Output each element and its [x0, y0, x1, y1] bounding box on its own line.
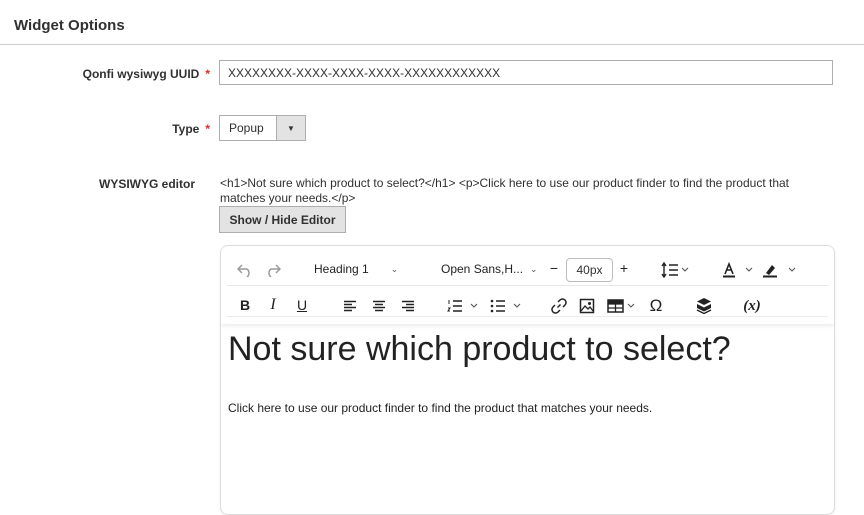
line-height-icon[interactable] [659, 260, 693, 280]
uuid-label-text: Qonfi wysiwyg UUID [82, 67, 200, 81]
redo-icon[interactable] [262, 259, 284, 281]
align-left-icon[interactable] [340, 296, 360, 316]
block-format-value: Heading 1 [314, 262, 369, 276]
underline-label: U [296, 297, 308, 313]
section-title: Widget Options [14, 17, 125, 34]
font-size-input[interactable]: 40px [566, 258, 613, 282]
highlight-color-icon[interactable] [761, 260, 799, 280]
type-label-text: Type [172, 122, 200, 136]
variable-label: (x) [743, 297, 761, 314]
block-format-dropdown[interactable]: Heading 1 ⌄ [314, 262, 398, 276]
numbered-list-icon[interactable] [446, 296, 482, 316]
undo-icon[interactable] [234, 259, 256, 281]
select-arrow-icon[interactable]: ▼ [276, 116, 305, 140]
bold-label: B [239, 297, 251, 313]
chevron-down-icon: ⌄ [530, 263, 538, 274]
wysiwyg-editor: Heading 1 ⌄ Open Sans,H... ⌄ − 40px + B … [220, 245, 835, 515]
table-icon[interactable] [606, 296, 640, 316]
show-hide-editor-button[interactable]: Show / Hide Editor [219, 206, 346, 233]
font-family-value: Open Sans,H... [441, 262, 524, 276]
decrease-font-size-button[interactable]: − [546, 258, 562, 278]
bold-button[interactable]: B [235, 295, 255, 315]
type-label: Type * [172, 122, 210, 136]
toolbar-divider [227, 316, 828, 317]
section-divider [0, 44, 864, 45]
special-character-button[interactable]: Ω [645, 295, 667, 317]
toolbar-divider [227, 285, 828, 286]
editor-toolbar: Heading 1 ⌄ Open Sans,H... ⌄ − 40px + B … [221, 246, 834, 324]
wysiwyg-label-text: WYSIWYG editor [99, 177, 195, 191]
raw-html-content: <h1>Not sure which product to select?</h… [220, 176, 790, 205]
align-center-icon[interactable] [369, 296, 389, 316]
required-mark: * [205, 67, 210, 81]
type-select[interactable]: Popup ▼ [219, 115, 306, 141]
chevron-down-icon: ⌄ [390, 263, 399, 274]
uuid-label: Qonfi wysiwyg UUID * [83, 67, 210, 81]
underline-button[interactable]: U [292, 295, 312, 315]
uuid-input[interactable] [219, 60, 833, 85]
font-family-dropdown[interactable]: Open Sans,H... ⌄ [441, 262, 538, 276]
italic-label: I [270, 296, 276, 313]
insert-variable-button[interactable]: (x) [736, 295, 768, 317]
required-mark: * [205, 122, 210, 136]
text-color-icon[interactable] [721, 260, 757, 280]
bullet-list-icon[interactable] [489, 296, 525, 316]
widget-icon[interactable] [693, 295, 715, 317]
content-heading: Not sure which product to select? [228, 330, 731, 368]
link-icon[interactable] [549, 296, 569, 316]
omega-label: Ω [649, 296, 663, 315]
type-select-value: Popup [229, 121, 264, 135]
content-paragraph: Click here to use our product finder to … [228, 401, 653, 415]
align-right-icon[interactable] [398, 296, 418, 316]
image-icon[interactable] [577, 296, 597, 316]
increase-font-size-button[interactable]: + [616, 258, 632, 278]
wysiwyg-label: WYSIWYG editor [99, 177, 195, 191]
italic-button[interactable]: I [263, 295, 283, 315]
